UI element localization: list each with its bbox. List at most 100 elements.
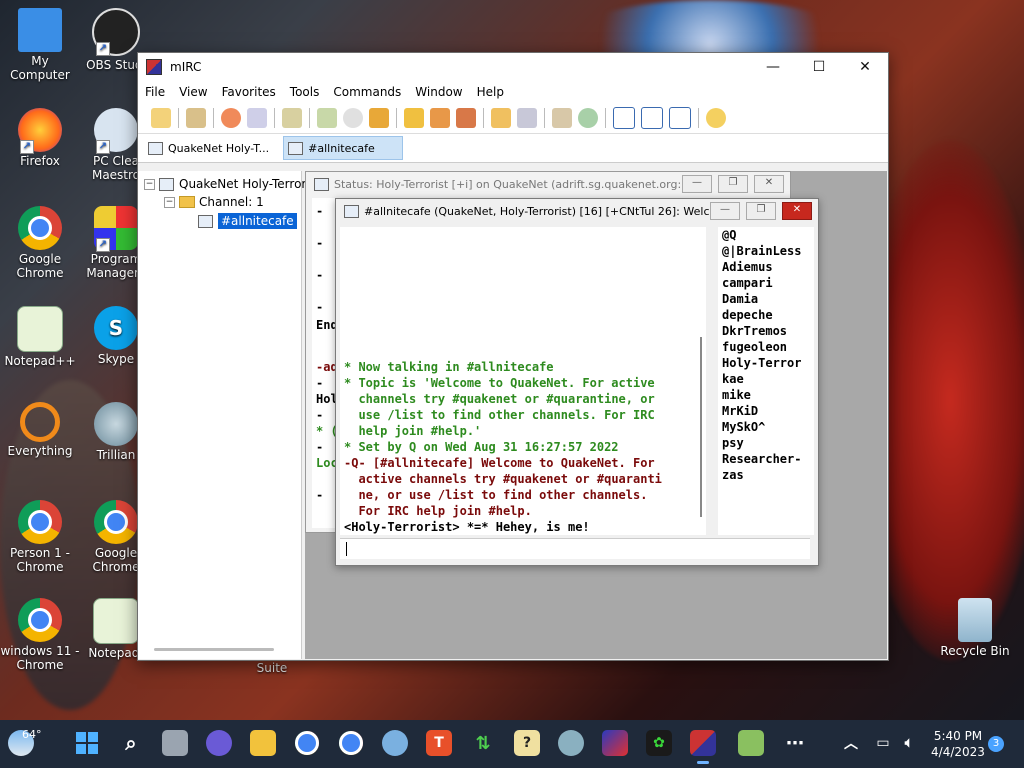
transfer-icon[interactable]: ⇅ [470, 730, 496, 756]
nick-item[interactable]: Researcher- [722, 451, 801, 467]
channel-minimize-button[interactable]: — [710, 202, 740, 220]
notify-icon[interactable] [456, 108, 476, 128]
chrome-profile-taskbar-icon[interactable] [338, 730, 364, 756]
folder-icon [179, 196, 195, 208]
close-button[interactable]: ✕ [842, 53, 888, 81]
tile-horizontal-icon[interactable] [613, 107, 635, 129]
menu-help[interactable]: Help [470, 85, 511, 99]
channels-folder-icon[interactable] [404, 108, 424, 128]
text-editor-icon[interactable]: T [426, 730, 452, 756]
file-explorer-icon[interactable] [250, 730, 276, 756]
help-icon[interactable] [706, 108, 726, 128]
menu-view[interactable]: View [172, 85, 214, 99]
timer-icon[interactable] [343, 108, 363, 128]
nick-item[interactable]: depeche [722, 307, 773, 323]
users-icon[interactable] [430, 108, 450, 128]
nick-item[interactable]: Damia [722, 291, 758, 307]
desktop-icon-firefox[interactable]: ↗ Firefox [0, 108, 80, 168]
nick-item[interactable]: @|BrainLess [722, 243, 801, 259]
desktop-icon-windows11-chrome[interactable]: windows 11 - Chrome [0, 598, 80, 672]
chrome-taskbar-icon[interactable] [294, 730, 320, 756]
desktop-icon-everything[interactable]: Everything [0, 402, 80, 458]
channel-restore-button[interactable]: ❐ [746, 202, 776, 220]
tile-vertical-icon[interactable] [641, 107, 663, 129]
clock-time[interactable]: 5:40 PM [928, 729, 988, 743]
desktop-icon-person1-chrome[interactable]: Person 1 - Chrome [0, 500, 80, 574]
maximize-button[interactable]: ☐ [796, 53, 842, 81]
channel-window[interactable]: #allnitecafe (QuakeNet, Holy-Terrorist) … [335, 198, 819, 566]
nick-list[interactable]: @Q @|BrainLess Adiemus campari Damia dep… [718, 227, 814, 535]
nick-item[interactable]: Adiemus [722, 259, 773, 275]
nick-item[interactable]: fugeoleon [722, 339, 787, 355]
tree-item-channel[interactable]: #allnitecafe [198, 213, 297, 229]
nick-item[interactable]: DkrTremos [722, 323, 787, 339]
collapse-icon[interactable]: − [144, 178, 155, 190]
nick-item[interactable]: MrKiD [722, 403, 758, 419]
channel-close-button[interactable]: ✕ [782, 202, 812, 220]
help-doc-icon[interactable]: ? [514, 730, 540, 756]
dcc-chat-icon[interactable] [517, 108, 537, 128]
volume-icon[interactable]: 🔈︎ [896, 730, 922, 756]
colors-icon[interactable] [369, 108, 389, 128]
server-options-icon[interactable] [186, 108, 206, 128]
chat-message: * Topic is 'Welcome to QuakeNet. For act… [344, 376, 655, 438]
switchbar-tab-status[interactable]: QuakeNet Holy-T... [144, 137, 277, 159]
collapse-icon[interactable]: − [164, 196, 175, 208]
received-files-icon[interactable] [552, 108, 572, 128]
chat-app-icon[interactable] [206, 730, 232, 756]
chat-text-area[interactable]: * Now talking in #allnitecafe * Topic is… [340, 227, 706, 535]
desktop-icon-my-computer[interactable]: My Computer [0, 8, 80, 82]
trillian-taskbar-icon[interactable] [558, 730, 584, 756]
title-bar[interactable]: mIRC — ☐ ✕ [138, 53, 888, 81]
menu-commands[interactable]: Commands [326, 85, 408, 99]
clock-date[interactable]: 4/4/2023 [928, 745, 988, 759]
menu-window[interactable]: Window [408, 85, 469, 99]
paint-app-icon[interactable] [602, 730, 628, 756]
more-icon[interactable]: ⋯ [782, 730, 808, 756]
nick-item[interactable]: kae [722, 371, 744, 387]
menu-tools[interactable]: Tools [283, 85, 327, 99]
favorites-icon[interactable] [221, 108, 241, 128]
tree-item-folder[interactable]: − Channel: 1 [164, 195, 264, 209]
desktop-icon-recycle-bin[interactable]: Recycle Bin [935, 598, 1015, 658]
chevron-up-icon[interactable]: ︿ [838, 730, 864, 756]
mirc-taskbar-icon[interactable] [690, 730, 716, 764]
minimize-button[interactable]: — [750, 53, 796, 81]
task-view-icon[interactable] [162, 730, 188, 756]
address-book-icon[interactable] [317, 108, 337, 128]
desktop-icon-suite[interactable]: Suite [232, 661, 312, 675]
status-close-button[interactable]: ✕ [754, 175, 784, 193]
nick-item[interactable]: MySkO^ [722, 419, 765, 435]
desktop-icon-google-chrome[interactable]: Google Chrome [0, 206, 80, 280]
nick-item[interactable]: psy [722, 435, 744, 451]
network-app-icon[interactable] [382, 730, 408, 756]
search-icon[interactable]: ⌕ [118, 730, 144, 756]
mirc-window[interactable]: mIRC — ☐ ✕ File View Favorites Tools Com… [137, 52, 889, 661]
chat-scrollbar[interactable] [700, 337, 702, 517]
message-input[interactable] [340, 538, 810, 559]
tree-item-network[interactable]: − QuakeNet Holy-Terrori [144, 177, 310, 191]
nick-item[interactable]: Holy-Terror [722, 355, 801, 371]
nick-item[interactable]: @Q [722, 227, 736, 243]
status-restore-button[interactable]: ❐ [718, 175, 748, 193]
scripts-editor-icon[interactable] [282, 108, 302, 128]
connect-icon[interactable] [151, 108, 171, 128]
menu-file[interactable]: File [138, 85, 172, 99]
dcc-send-icon[interactable] [491, 108, 511, 128]
desktop-icon-notepadpp[interactable]: Notepad++ [0, 306, 80, 368]
options-icon[interactable] [247, 108, 267, 128]
nick-item[interactable]: mike [722, 387, 751, 403]
notification-badge[interactable]: 3 [988, 736, 1004, 752]
package-icon[interactable] [738, 730, 764, 756]
menu-favorites[interactable]: Favorites [215, 85, 283, 99]
url-list-icon[interactable] [578, 108, 598, 128]
status-minimize-button[interactable]: — [682, 175, 712, 193]
nick-item[interactable]: campari [722, 275, 773, 291]
cascade-icon[interactable] [669, 107, 691, 129]
tree-horizontal-scrollbar[interactable] [154, 648, 274, 651]
nick-item[interactable]: zas [722, 467, 744, 483]
icq-icon[interactable]: ✿ [646, 730, 672, 756]
switchbar-tab-channel[interactable]: #allnitecafe [283, 136, 404, 160]
network-status-icon[interactable]: ▭ [870, 730, 896, 756]
start-icon[interactable] [74, 730, 100, 756]
